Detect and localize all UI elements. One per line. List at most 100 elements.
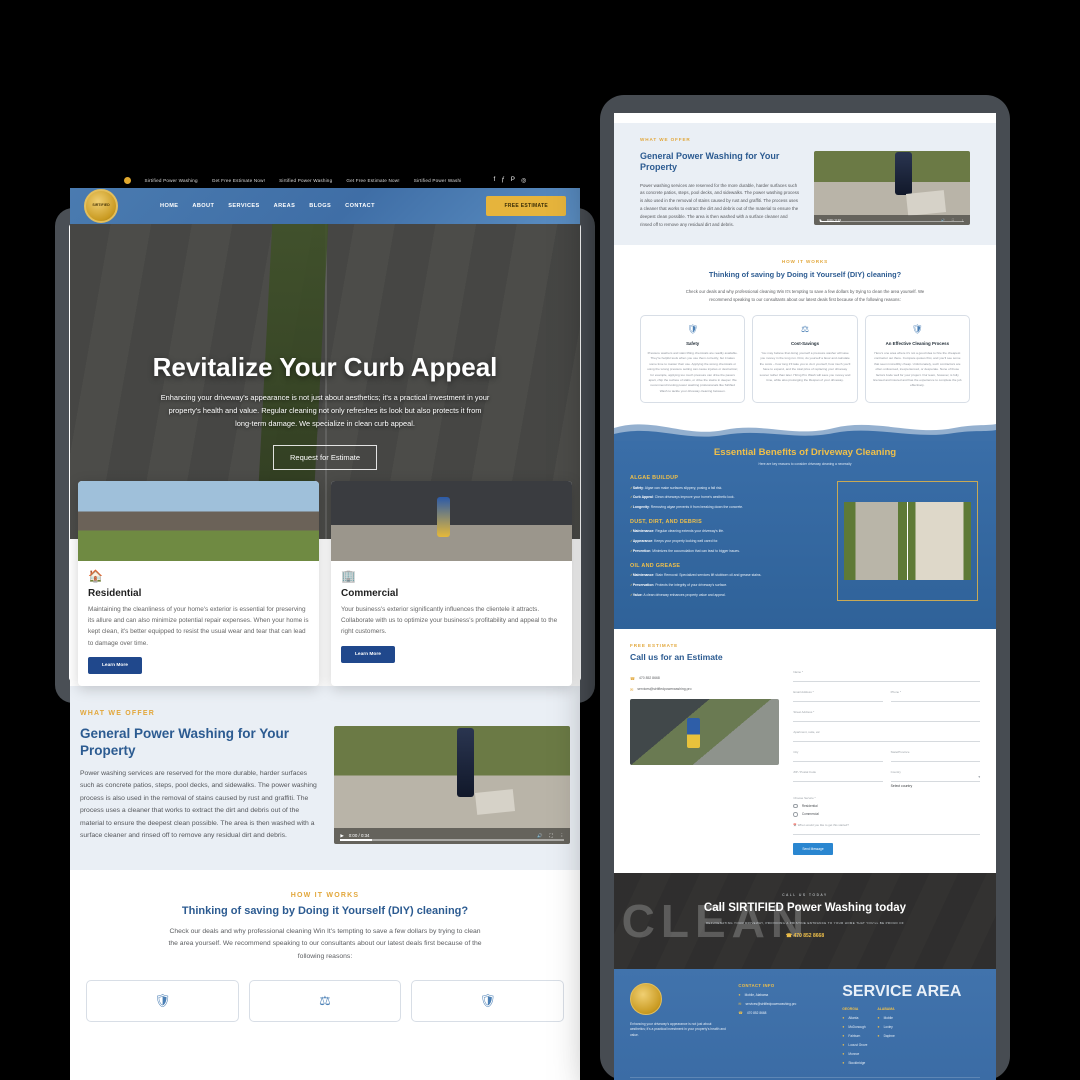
estimate-email[interactable]: ✉ services@sirtifiedpowerwashing.pro [630, 687, 779, 692]
fullscreen-icon[interactable]: ⛶ [550, 833, 553, 839]
nav-links[interactable]: HOME ABOUT SERVICES AREAS BLOGS CONTACT [160, 203, 375, 209]
video-progress-bar[interactable] [340, 839, 564, 841]
video-progress-bar[interactable] [819, 220, 964, 222]
worker-boots [686, 718, 700, 749]
city-field[interactable]: City [793, 750, 883, 762]
hiw-card-title: An Effective Cleaning Process [885, 340, 950, 346]
nav-item-blogs[interactable]: BLOGS [309, 203, 331, 209]
ticker-item: Get Free Estimate Now! [211, 177, 266, 183]
before-after-image [835, 475, 980, 606]
benefit-item: Appearance: Keeps your property looking … [630, 539, 825, 544]
estimate-photo [630, 698, 780, 765]
service-radio-group[interactable]: Choose Service * Residential Commercial [793, 796, 980, 817]
estimate-phone[interactable]: ☎ 470 852 8668 [630, 676, 779, 681]
mail-icon: ✉ [630, 686, 634, 692]
how-it-works-text: Check our deals and why professional cle… [168, 927, 482, 960]
city-item[interactable]: ● McDonough [842, 1025, 867, 1029]
residential-card-image [78, 481, 319, 561]
how-it-works-section: HOW IT WORKS Thinking of saving by Doing… [70, 869, 580, 1032]
more-options-icon[interactable]: ⋮ [560, 833, 564, 839]
benefit-group-heading: DUST, DIRT, AND DEBRIS [630, 518, 702, 525]
learn-more-button[interactable]: Learn More [341, 645, 395, 663]
hiw-card-effective-process[interactable]: 🛡 An Effective Cleaning Process Here's o… [864, 314, 970, 404]
nav-item-areas[interactable]: AREAS [274, 203, 296, 209]
city-item[interactable]: ● Fairburn [842, 1034, 867, 1038]
hiw-card-text: You may believe that doing yourself a pr… [759, 350, 851, 382]
offer-video-player[interactable]: ▶ 0:00 / 0:34 🔊 ⛶ ⋮ [813, 151, 970, 225]
cta-subtext: REJUVENATING YOUR DRIVEWAY, PROVIDING A … [705, 920, 905, 925]
section-eyebrow: WHAT WE OFFER [640, 137, 691, 142]
benefits-title: Essential Benefits of Driveway Cleaning [713, 447, 897, 459]
social-links[interactable]: f ƒ P ◎ [493, 177, 526, 184]
process-icon: 🛡 [479, 992, 496, 1008]
footer-heading: SERVICE AREA [842, 982, 962, 1000]
after-image [908, 501, 972, 580]
hiw-card-cost-savings[interactable]: ⚖ [248, 979, 402, 1022]
street-address-field[interactable]: Street Address * [793, 710, 980, 722]
country-select[interactable]: Country ▾ Select country [890, 770, 981, 788]
how-it-works-title: Thinking of saving by Doing it Yourself … [708, 270, 902, 280]
cta-phone[interactable]: ☎ 470 852 8668 [614, 933, 996, 939]
radio-commercial[interactable]: Commercial [793, 812, 980, 817]
email-field[interactable]: Email Address * [793, 690, 883, 702]
how-it-works-title: Thinking of saving by Doing it Yourself … [181, 904, 469, 917]
zip-field[interactable]: ZIP / Postal Code [793, 770, 883, 788]
learn-more-button[interactable]: Learn More [88, 656, 142, 674]
volume-icon[interactable]: 🔊 [537, 833, 542, 839]
city-item[interactable]: ● Mobile [877, 1016, 894, 1020]
benefits-section: Essential Benefits of Driveway Cleaning … [614, 441, 996, 629]
free-estimate-button[interactable]: FREE ESTIMATE [486, 196, 566, 216]
how-it-works-cards: 🛡 ⚖ 🛡 [86, 979, 565, 1022]
state-field[interactable]: State/Province [890, 750, 981, 762]
nav-item-contact[interactable]: CONTACT [345, 203, 375, 209]
name-field[interactable]: Name * [793, 670, 980, 682]
phone-icon: ☎ [630, 675, 635, 681]
phone-icon: ☎ [738, 1010, 743, 1015]
nav-item-about[interactable]: ABOUT [192, 203, 214, 209]
savings-icon: ⚖ [800, 323, 810, 334]
hiw-card-safety[interactable]: 🛡 [86, 979, 239, 1022]
city-item[interactable]: ● Stockbridge [842, 1061, 867, 1065]
laptop-website-page[interactable]: Sirtified Power Washing Get Free Estimat… [70, 172, 580, 1080]
city-item[interactable]: ● Atlanta [842, 1016, 867, 1020]
before-image [844, 501, 907, 580]
site-logo[interactable]: SIRTIFIED [84, 189, 118, 223]
hiw-card-cost-savings[interactable]: ⚖ Cost-Savings You may believe that doin… [752, 314, 858, 404]
bullet-icon: ● [842, 1033, 845, 1038]
radio-residential[interactable]: Residential [793, 803, 980, 809]
instagram-icon[interactable]: ◎ [521, 177, 526, 184]
service-card-residential[interactable]: 🏠 Residential Maintaining the cleanlines… [78, 481, 319, 686]
hiw-card-effective-process[interactable]: 🛡 [411, 979, 565, 1022]
tablet-what-we-offer-section: WHAT WE OFFER General Power Washing for … [614, 123, 996, 246]
nav-item-home[interactable]: HOME [160, 203, 178, 209]
footer-logo[interactable] [630, 982, 662, 1015]
phone-field[interactable]: Phone * [890, 690, 981, 702]
footer-email[interactable]: ✉ services@sirtifiedpowerwashing.pro [738, 1002, 830, 1006]
wave-divider [614, 414, 996, 442]
service-card-commercial[interactable]: 🏢 Commercial Your business's exterior si… [331, 481, 572, 686]
estimate-form[interactable]: Name * Email Address * Phone * Street Ad… [793, 670, 981, 855]
city-item[interactable]: ● Monroe [842, 1052, 867, 1056]
footer-phone[interactable]: ☎ 470 852 8668 [738, 1011, 830, 1015]
offer-video-player[interactable]: ▶ 0:00 / 0:34 🔊 ⛶ ⋮ [334, 725, 570, 844]
offer-text: Power washing services are reserved for … [80, 769, 317, 840]
footer-brand: Enhancing your driveway's appearance is … [630, 982, 726, 1065]
tablet-website-page[interactable]: WHAT WE OFFER General Power Washing for … [614, 113, 996, 1080]
twitter-icon[interactable]: ƒ [501, 177, 505, 184]
bullet-icon: ● [877, 1015, 880, 1020]
ticker-item: Sirtified Power Washi [413, 177, 462, 183]
send-message-button[interactable]: Send Message [793, 842, 833, 855]
pinterest-icon[interactable]: P [511, 177, 515, 184]
request-estimate-button[interactable]: Request for Estimate [272, 444, 378, 470]
start-date-field[interactable]: 📅 When would you like to get this starte… [793, 823, 980, 835]
building-icon: 🏢 [341, 569, 356, 583]
city-item[interactable]: ● Loxley [877, 1025, 894, 1029]
play-icon[interactable]: ▶ [340, 833, 343, 839]
apartment-field[interactable]: Apartment, suite, etc [793, 730, 980, 742]
city-item[interactable]: ● Locust Grove [842, 1043, 867, 1047]
hiw-card-safety[interactable]: 🛡 Safety Pressure washers and stain lift… [640, 314, 746, 404]
nav-item-services[interactable]: SERVICES [228, 203, 259, 209]
city-item[interactable]: ● Daphne [877, 1034, 894, 1038]
facebook-icon[interactable]: f [493, 177, 495, 184]
service-cards-row: 🏠 Residential Maintaining the cleanlines… [70, 481, 580, 686]
